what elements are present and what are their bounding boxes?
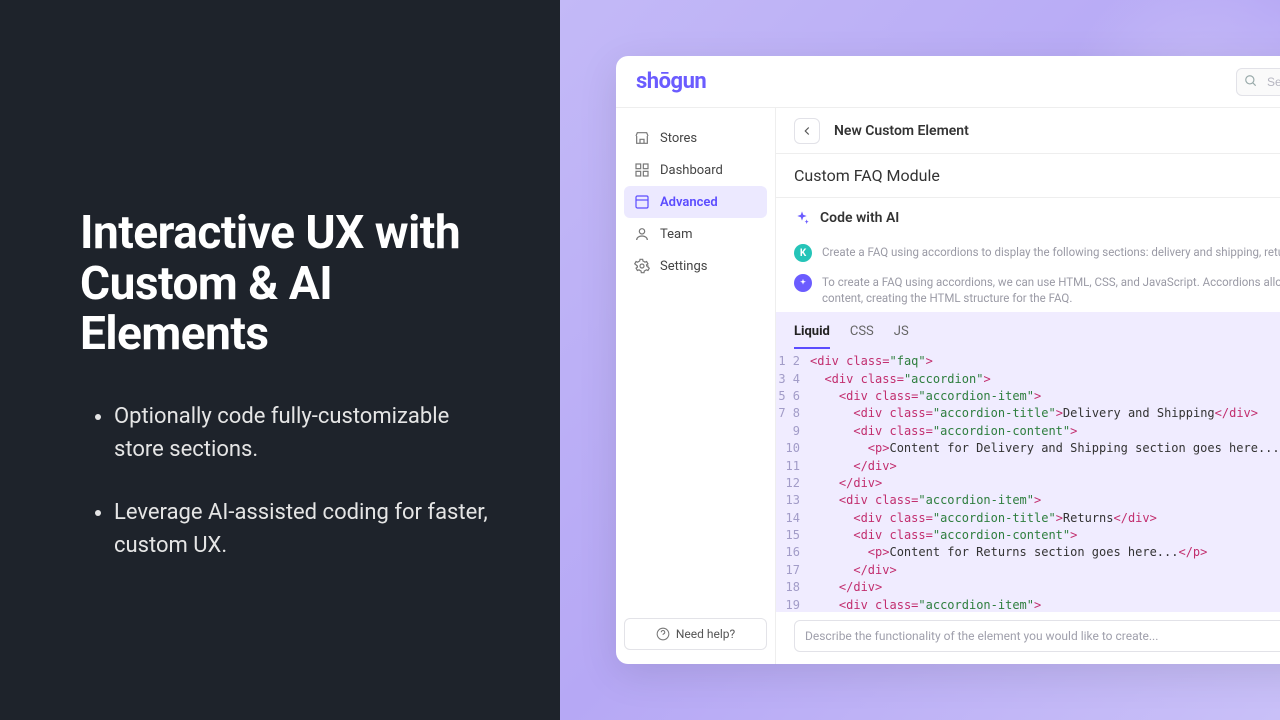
need-help-button[interactable]: Need help? [624, 618, 767, 650]
sidebar-item-label: Dashboard [660, 163, 723, 178]
back-button[interactable] [794, 118, 820, 144]
sidebar-item-label: Advanced [660, 195, 718, 210]
sidebar: Stores Dashboard Advanced Team Settings [616, 108, 776, 664]
marketing-panel: Interactive UX with Custom & AI Elements… [0, 0, 560, 720]
sidebar-item-team[interactable]: Team [624, 218, 767, 250]
gradient-backdrop: shōgun Stores Dashboard Advanced [560, 0, 1280, 720]
chat-ai-row: To create a FAQ using accordions, we can… [776, 268, 1280, 312]
sparkle-icon [798, 278, 808, 288]
app-window: shōgun Stores Dashboard Advanced [616, 56, 1280, 664]
layout-icon [634, 194, 650, 210]
code-with-ai-label: Code with AI [820, 210, 899, 226]
user-avatar: K [794, 244, 812, 262]
marketing-heading: Interactive UX with Custom & AI Elements [80, 208, 500, 360]
arrow-left-icon [800, 124, 814, 138]
store-icon [634, 130, 650, 146]
sidebar-item-dashboard[interactable]: Dashboard [624, 154, 767, 186]
ai-avatar [794, 274, 812, 292]
editor-header: New Custom Element [776, 108, 1280, 154]
element-name-input[interactable]: Custom FAQ Module [794, 166, 1280, 185]
chat-ai-text: To create a FAQ using accordions, we can… [822, 274, 1280, 306]
code-with-ai-header: Code with AI [776, 198, 1280, 238]
logo: shōgun [636, 69, 706, 94]
sparkle-icon [794, 210, 810, 226]
code-editor[interactable]: 1 2 3 4 5 6 7 8 9 10 11 12 13 14 15 16 1… [776, 349, 1280, 612]
top-bar: shōgun [616, 56, 1280, 108]
sidebar-item-stores[interactable]: Stores [624, 122, 767, 154]
sidebar-item-label: Stores [660, 131, 697, 146]
tab-css[interactable]: CSS [850, 318, 874, 349]
need-help-label: Need help? [676, 627, 735, 641]
page-title: New Custom Element [834, 123, 969, 139]
sidebar-item-label: Team [660, 227, 693, 242]
tab-liquid[interactable]: Liquid [794, 318, 830, 349]
tab-js[interactable]: JS [894, 318, 909, 349]
marketing-bullet: Optionally code fully-customizable store… [114, 400, 500, 466]
sidebar-item-settings[interactable]: Settings [624, 250, 767, 282]
help-icon [656, 627, 670, 641]
element-name-row: Custom FAQ Module [776, 154, 1280, 198]
marketing-bullet: Leverage AI-assisted coding for faster, … [114, 496, 500, 562]
grid-icon [634, 162, 650, 178]
code-tabs: Liquid CSS JS [776, 312, 1280, 349]
search-wrap [1236, 68, 1280, 96]
gear-icon [634, 258, 650, 274]
search-input[interactable] [1236, 68, 1280, 96]
search-icon [1244, 74, 1258, 88]
sidebar-item-advanced[interactable]: Advanced [624, 186, 767, 218]
sidebar-item-label: Settings [660, 259, 707, 274]
chat-user-row: K Create a FAQ using accordions to displ… [776, 238, 1280, 268]
chat-user-text: Create a FAQ using accordions to display… [822, 244, 1280, 260]
editor-pane: New Custom Element Custom FAQ Module Cod… [776, 108, 1280, 664]
marketing-bullets: Optionally code fully-customizable store… [80, 400, 500, 592]
user-icon [634, 226, 650, 242]
ai-prompt-input[interactable]: Describe the functionality of the elemen… [794, 620, 1280, 652]
